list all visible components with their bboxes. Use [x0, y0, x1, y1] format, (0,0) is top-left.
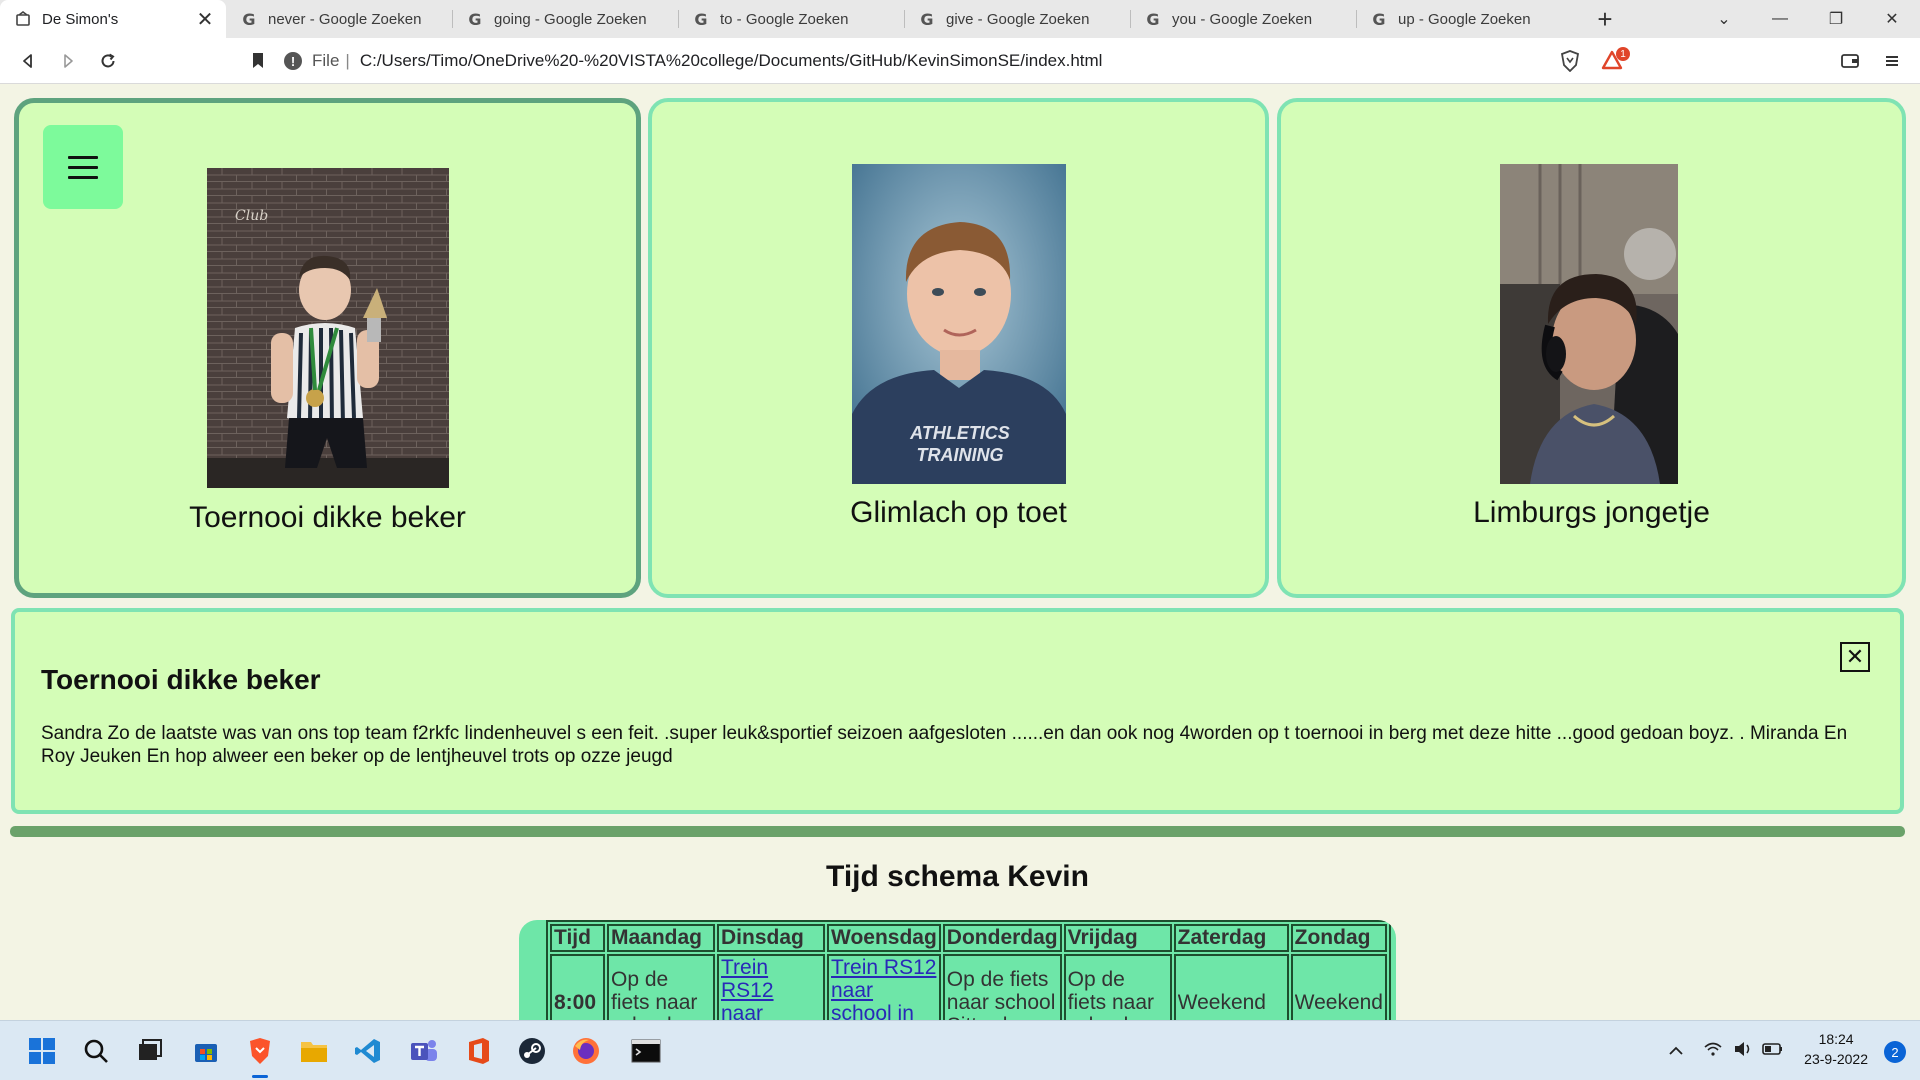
clock-time: 18:24: [1818, 1031, 1854, 1047]
office-icon[interactable]: [460, 1033, 496, 1069]
windows-start-icon[interactable]: [24, 1033, 60, 1069]
google-icon: G: [468, 9, 482, 29]
tab-google-give[interactable]: G give - Google Zoeken: [904, 0, 1130, 38]
tab-google-up[interactable]: G up - Google Zoeken: [1356, 0, 1582, 38]
cell-link[interactable]: Trein RS12 naar school in: [831, 956, 936, 1025]
info-icon[interactable]: !: [284, 52, 302, 70]
schedule-title: Tijd schema Kevin: [826, 860, 1089, 893]
tab-google-you[interactable]: G you - Google Zoeken: [1130, 0, 1356, 38]
google-icon: G: [1146, 9, 1160, 29]
photo-school-portrait: ATHLETICS TRAINING: [852, 164, 1066, 484]
new-tab-button[interactable]: +: [1582, 0, 1628, 38]
brave-shields-icon[interactable]: [1550, 38, 1590, 84]
active-app-indicator: [252, 1075, 268, 1078]
tab-de-simons[interactable]: De Simon's ✕: [0, 0, 226, 38]
menu-icon[interactable]: [1872, 38, 1912, 84]
tab-google-going[interactable]: G going - Google Zoeken: [452, 0, 678, 38]
header-zondag: Zondag: [1290, 924, 1387, 952]
reload-icon[interactable]: [88, 38, 128, 84]
card-caption: Glimlach op toet: [850, 496, 1067, 529]
detail-title: Toernooi dikke beker: [41, 664, 321, 695]
volume-icon[interactable]: [1728, 1041, 1758, 1061]
steam-icon[interactable]: [514, 1033, 550, 1069]
bookmark-icon[interactable]: [238, 38, 278, 84]
tab-title: you - Google Zoeken: [1172, 10, 1313, 28]
url-text: C:/Users/Timo/OneDrive%20-%20VISTA%20col…: [359, 51, 1103, 70]
tab-title: up - Google Zoeken: [1398, 10, 1531, 28]
google-icon: G: [1372, 9, 1386, 29]
tab-title: to - Google Zoeken: [720, 10, 849, 28]
tab-title: never - Google Zoeken: [268, 10, 422, 28]
scheme-label: File: [312, 51, 340, 70]
brave-rewards-icon[interactable]: 1: [1594, 38, 1634, 84]
wifi-icon[interactable]: [1698, 1042, 1728, 1060]
minimize-button[interactable]: —: [1752, 0, 1808, 38]
tab-google-never[interactable]: G never - Google Zoeken: [226, 0, 452, 38]
separator: |: [345, 51, 350, 70]
back-icon[interactable]: [8, 38, 48, 84]
brave-browser-icon[interactable]: [242, 1033, 278, 1069]
address-toolbar: ! File | C:/Users/Timo/OneDrive%20-%20VI…: [0, 38, 1920, 84]
system-tray: [1660, 1021, 1788, 1080]
taskbar-clock[interactable]: 18:24 23-9-2022: [1804, 1029, 1868, 1069]
header-tijd: Tijd: [550, 924, 605, 952]
notification-badge[interactable]: 2: [1884, 1041, 1906, 1063]
terminal-icon[interactable]: [628, 1033, 664, 1069]
tab-bar: De Simon's ✕ G never - Google Zoeken G g…: [0, 0, 1920, 38]
file-explorer-icon[interactable]: [296, 1033, 332, 1069]
tab-close-icon[interactable]: ✕: [196, 7, 214, 32]
card-caption: Limburgs jongetje: [1473, 496, 1710, 529]
close-window-button[interactable]: ✕: [1864, 0, 1920, 38]
clock-date: 23-9-2022: [1804, 1051, 1868, 1067]
header-maandag: Maandag: [607, 924, 715, 952]
google-icon: G: [920, 9, 934, 29]
teams-icon[interactable]: [406, 1033, 442, 1069]
google-icon: G: [694, 9, 708, 29]
gallery-card-2[interactable]: ATHLETICS TRAINING Glimlach op toet: [648, 98, 1269, 598]
hamburger-menu-button[interactable]: [43, 125, 123, 209]
search-icon[interactable]: [78, 1033, 114, 1069]
close-icon[interactable]: ✕: [1840, 642, 1870, 672]
header-vrijdag: Vrijdag: [1063, 924, 1172, 952]
chevron-up-icon[interactable]: [1660, 1043, 1692, 1060]
header-zaterdag: Zaterdag: [1173, 924, 1289, 952]
photo-overlay-text: Club: [235, 208, 269, 224]
page-icon: [14, 10, 32, 28]
tab-title: De Simon's: [42, 10, 119, 28]
photo-trophy-boy: Club: [207, 168, 449, 488]
google-icon: G: [242, 9, 256, 29]
tab-title: give - Google Zoeken: [946, 10, 1090, 28]
rewards-badge: 1: [1616, 47, 1630, 61]
vscode-icon[interactable]: [350, 1033, 386, 1069]
address-field[interactable]: ! File | C:/Users/Timo/OneDrive%20-%20VI…: [284, 44, 1544, 78]
gallery-card-3[interactable]: Limburgs jongetje: [1277, 98, 1906, 598]
header-dinsdag: Dinsdag: [717, 924, 825, 952]
tab-google-to[interactable]: G to - Google Zoeken: [678, 0, 904, 38]
battery-icon[interactable]: [1758, 1042, 1788, 1060]
firefox-icon[interactable]: [568, 1033, 604, 1069]
section-divider: [10, 826, 1905, 837]
forward-icon[interactable]: [48, 38, 88, 84]
table-header-row: Tijd Maandag Dinsdag Woensdag Donderdag …: [550, 924, 1387, 952]
detail-description: Sandra Zo de laatste was van ons top tea…: [41, 723, 1848, 767]
window-controls: ⌄ — ❐ ✕: [1696, 0, 1920, 38]
wallet-icon[interactable]: [1830, 38, 1870, 84]
header-woensdag: Woensdag: [827, 924, 941, 952]
taskbar: 18:24 23-9-2022 2: [0, 1020, 1920, 1080]
gallery-card-1[interactable]: Club Toernooi dikke beker: [14, 98, 641, 598]
restore-button[interactable]: ❐: [1808, 0, 1864, 38]
task-view-icon[interactable]: [132, 1033, 168, 1069]
card-caption: Toernooi dikke beker: [189, 501, 466, 534]
photo-headphones-teen: [1500, 164, 1678, 484]
detail-panel: Toernooi dikke beker Sandra Zo de laatst…: [11, 608, 1904, 814]
tab-title: going - Google Zoeken: [494, 10, 647, 28]
header-donderdag: Donderdag: [942, 924, 1062, 952]
shirt-text: ATHLETICS TRAINING: [910, 423, 1010, 465]
tab-search-chevron-icon[interactable]: ⌄: [1696, 0, 1752, 38]
microsoft-store-icon[interactable]: [188, 1033, 224, 1069]
